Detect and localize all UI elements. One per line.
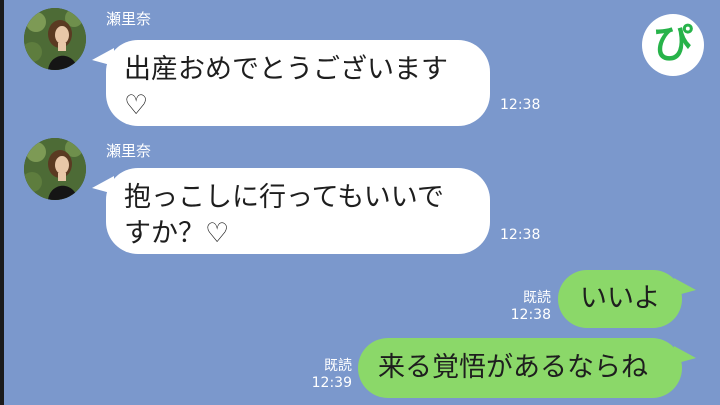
outgoing-message-bubble[interactable]: 来る覚悟があるならね — [358, 338, 696, 398]
sender-name: 瀬里奈 — [106, 10, 152, 28]
bubble-tail — [674, 278, 696, 296]
bubble-tail — [92, 48, 114, 66]
message-meta: 既読 12:38 — [505, 290, 551, 324]
message-time: 12:38 — [500, 97, 541, 113]
message-text: いいよ — [580, 283, 661, 314]
avatar[interactable] — [24, 8, 86, 70]
message-text: 出産おめでとうございます♡ — [124, 54, 448, 121]
logo-glyph: ぴ — [653, 21, 693, 67]
app-logo: ぴ — [642, 14, 704, 76]
bubble-tail — [92, 176, 114, 194]
read-receipt: 既読 — [324, 358, 352, 374]
message-meta: 既読 12:39 — [306, 358, 352, 392]
message-text: 来る覚悟があるならね — [378, 352, 648, 383]
sender-name: 瀬里奈 — [106, 142, 152, 160]
message-time: 12:38 — [500, 227, 541, 243]
incoming-message-bubble[interactable]: 出産おめでとうございます♡ — [92, 40, 490, 126]
screen-edge — [0, 0, 4, 405]
avatar[interactable] — [24, 138, 86, 200]
outgoing-message-bubble[interactable]: いいよ — [558, 270, 696, 328]
read-receipt: 既読 — [523, 290, 551, 306]
message-time: 12:38 — [510, 307, 551, 323]
bubble-tail — [674, 346, 696, 364]
message-time: 12:39 — [311, 375, 352, 391]
incoming-message-bubble[interactable]: 抱っこしに行ってもいいですか？♡ — [92, 168, 490, 254]
message-text: 抱っこしに行ってもいいですか？♡ — [124, 182, 444, 249]
